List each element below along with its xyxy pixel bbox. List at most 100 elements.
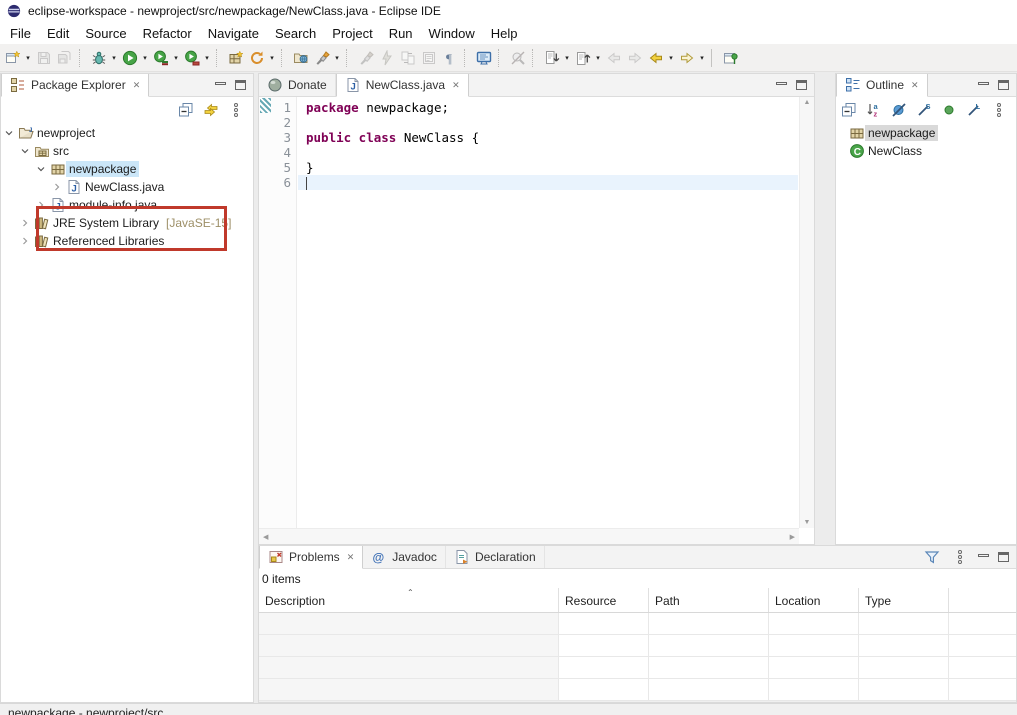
previous-annotation-dropdown[interactable]: ▾	[593, 47, 603, 69]
run-profile-dropdown[interactable]: ▾	[202, 47, 212, 69]
mark-occurrences-button[interactable]	[507, 47, 528, 69]
minimize-icon[interactable]	[978, 554, 989, 557]
menu-edit[interactable]: Edit	[39, 26, 77, 41]
debug-dropdown[interactable]: ▾	[109, 47, 119, 69]
search-dropdown[interactable]: ▾	[332, 47, 342, 69]
scroll-right-icon[interactable]: ▶	[790, 533, 795, 541]
hide-non-public-icon[interactable]	[939, 100, 958, 119]
outline-item-newclass[interactable]: C NewClass	[836, 142, 1016, 160]
save-button[interactable]	[33, 47, 54, 69]
minimize-icon[interactable]	[978, 82, 989, 85]
chevron-right-icon[interactable]	[49, 182, 65, 192]
chevron-down-icon[interactable]	[17, 146, 33, 156]
last-edit-location-dropdown[interactable]: ▾	[666, 47, 676, 69]
last-edit-location-button[interactable]	[645, 47, 666, 69]
forward-history-button[interactable]	[676, 47, 697, 69]
menu-search[interactable]: Search	[267, 26, 324, 41]
close-icon[interactable]: ✕	[131, 80, 141, 91]
open-declaration-button[interactable]	[418, 47, 439, 69]
menu-window[interactable]: Window	[421, 26, 483, 41]
external-tools-button[interactable]	[355, 47, 376, 69]
open-resource-button[interactable]	[290, 47, 311, 69]
scroll-down-icon[interactable]: ▼	[804, 519, 811, 526]
hide-static-members-icon[interactable]: S	[914, 100, 933, 119]
maximize-icon[interactable]	[235, 80, 246, 90]
table-row[interactable]	[259, 679, 1016, 701]
sort-icon[interactable]: az	[864, 100, 883, 119]
console-button[interactable]	[473, 47, 494, 69]
menu-refactor[interactable]: Refactor	[135, 26, 200, 41]
filter-icon[interactable]	[922, 548, 941, 567]
close-icon[interactable]: ✕	[909, 80, 919, 91]
collapse-all-icon[interactable]	[839, 100, 858, 119]
menu-navigate[interactable]: Navigate	[200, 26, 267, 41]
new-wizard-dropdown[interactable]: ▾	[23, 47, 33, 69]
show-whitespace-button[interactable]: ¶	[439, 47, 460, 69]
run-dropdown[interactable]: ▾	[140, 47, 150, 69]
code-editor[interactable]: 1package newpackage; 2 3public class New…	[259, 97, 814, 544]
tab-problems[interactable]: Problems ✕	[259, 546, 363, 569]
tree-item-jre-system-library[interactable]: JRE System Library [JavaSE-15]	[1, 214, 253, 232]
minimize-icon[interactable]	[776, 82, 787, 85]
menu-file[interactable]: File	[2, 26, 39, 41]
tab-declaration[interactable]: Declaration	[446, 546, 545, 568]
new-wizard-button[interactable]	[2, 47, 23, 69]
scroll-left-icon[interactable]: ◀	[263, 533, 268, 541]
maximize-icon[interactable]	[998, 552, 1009, 562]
forward-history-dropdown[interactable]: ▾	[697, 47, 707, 69]
run-coverage-button[interactable]	[150, 47, 171, 69]
run-button[interactable]	[119, 47, 140, 69]
hide-fields-icon[interactable]	[889, 100, 908, 119]
maximize-icon[interactable]	[796, 80, 807, 90]
chevron-right-icon[interactable]	[33, 200, 49, 210]
column-type[interactable]: Type	[859, 588, 949, 612]
previous-annotation-button[interactable]	[572, 47, 593, 69]
column-path[interactable]: Path	[649, 588, 769, 612]
table-row[interactable]	[259, 613, 1016, 635]
pin-editor-button[interactable]	[720, 47, 741, 69]
vertical-scrollbar[interactable]: ▲ ▼	[799, 97, 814, 528]
new-java-project-button[interactable]	[225, 47, 246, 69]
tab-newclass-java[interactable]: J NewClass.java ✕	[336, 74, 469, 97]
horizontal-scrollbar[interactable]: ◀ ▶	[259, 528, 799, 544]
close-icon[interactable]: ✕	[450, 80, 460, 91]
next-annotation-dropdown[interactable]: ▾	[562, 47, 572, 69]
maximize-icon[interactable]	[998, 80, 1009, 90]
tree-item-newproject[interactable]: J newproject	[1, 124, 253, 142]
search-button[interactable]	[311, 47, 332, 69]
refresh-dropdown[interactable]: ▾	[267, 47, 277, 69]
tree-item-referenced-libraries[interactable]: Referenced Libraries	[1, 232, 253, 250]
forward-button[interactable]	[624, 47, 645, 69]
run-profile-button[interactable]	[181, 47, 202, 69]
back-button[interactable]	[603, 47, 624, 69]
debug-button[interactable]	[88, 47, 109, 69]
run-coverage-dropdown[interactable]: ▾	[171, 47, 181, 69]
menu-run[interactable]: Run	[381, 26, 421, 41]
view-menu-icon[interactable]	[989, 100, 1008, 119]
menu-help[interactable]: Help	[483, 26, 526, 41]
table-row[interactable]	[259, 635, 1016, 657]
tab-javadoc[interactable]: @ Javadoc	[363, 546, 446, 568]
chevron-down-icon[interactable]	[1, 128, 17, 138]
column-description[interactable]: Description⌃	[259, 588, 559, 612]
hide-local-types-icon[interactable]: L	[964, 100, 983, 119]
tab-outline[interactable]: Outline ✕	[836, 74, 928, 97]
tab-package-explorer[interactable]: Package Explorer ✕	[1, 74, 149, 97]
minimize-icon[interactable]	[215, 82, 226, 85]
collapse-all-icon[interactable]	[176, 100, 195, 119]
refresh-button[interactable]	[246, 47, 267, 69]
chevron-down-icon[interactable]	[33, 164, 49, 174]
view-menu-icon[interactable]	[226, 100, 245, 119]
menu-project[interactable]: Project	[324, 26, 380, 41]
menu-source[interactable]: Source	[77, 26, 134, 41]
column-resource[interactable]: Resource	[559, 588, 649, 612]
link-with-editor-icon[interactable]	[201, 100, 220, 119]
column-location[interactable]: Location	[769, 588, 859, 612]
tree-item-newclass-java[interactable]: J NewClass.java	[1, 178, 253, 196]
save-all-button[interactable]	[54, 47, 75, 69]
skip-breakpoints-button[interactable]	[376, 47, 397, 69]
chevron-right-icon[interactable]	[17, 236, 33, 246]
close-icon[interactable]: ✕	[345, 552, 355, 563]
tree-item-src[interactable]: src	[1, 142, 253, 160]
compare-button[interactable]	[397, 47, 418, 69]
